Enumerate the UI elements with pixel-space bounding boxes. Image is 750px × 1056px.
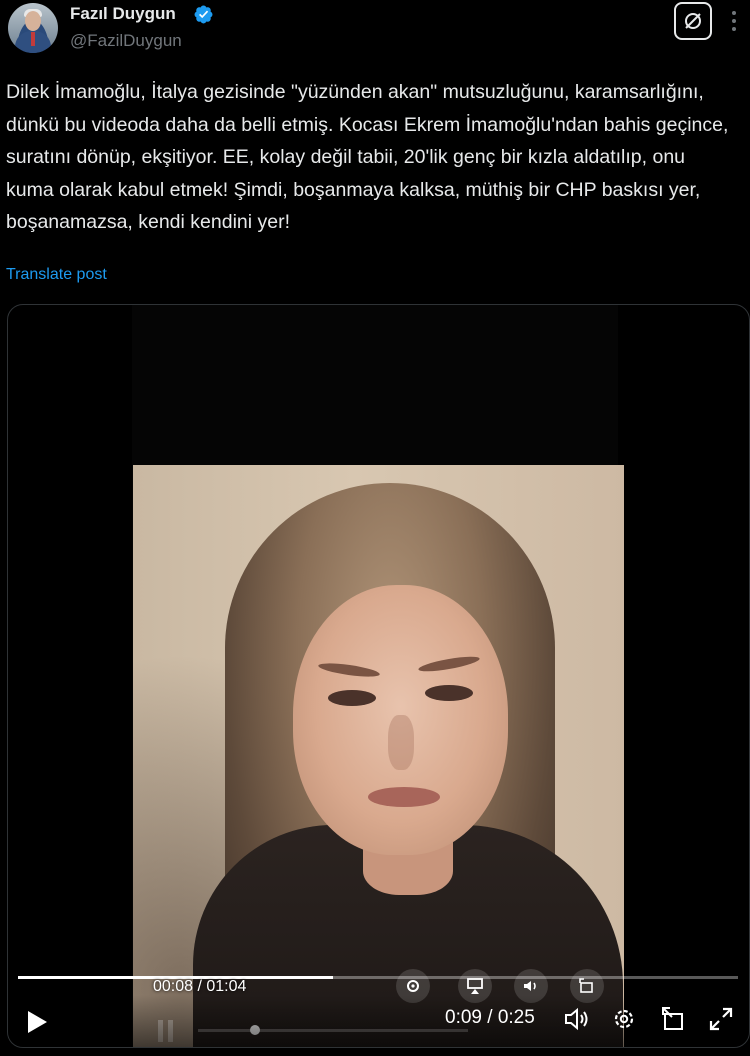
volume-icon [565, 1007, 588, 1031]
settings-button[interactable] [610, 1005, 638, 1033]
translate-post-link[interactable]: Translate post [6, 266, 107, 284]
grok-button[interactable] [674, 2, 712, 40]
volume-button[interactable] [562, 1005, 590, 1033]
embedded-timeline [18, 976, 738, 979]
video-player[interactable]: 00:08 / 01:04 0:09 / 0:25 [7, 304, 750, 1048]
post-text: Dilek İmamoğlu, İtalya gezisinde "yüzünd… [6, 81, 729, 233]
author-handle[interactable]: @FazilDuygun [70, 31, 182, 51]
player-time: 0:09 / 0:25 [445, 1007, 535, 1028]
verified-badge-icon [194, 5, 213, 24]
grok-icon [685, 13, 701, 29]
more-dot-icon [732, 27, 736, 31]
fullscreen-icon [709, 1007, 733, 1031]
settings-icon [614, 1009, 634, 1029]
video-frame [133, 465, 624, 1047]
avatar[interactable] [8, 3, 58, 53]
author-name[interactable]: Fazıl Duygun [70, 4, 176, 24]
picture-in-picture-icon [662, 1007, 683, 1030]
picture-in-picture-button[interactable] [659, 1005, 687, 1033]
post-header: Fazıl Duygun @FazilDuygun [0, 0, 750, 60]
more-options-button[interactable] [722, 2, 746, 40]
more-dot-icon [732, 11, 736, 15]
embedded-time: 00:08 / 01:04 [153, 978, 247, 995]
play-icon[interactable] [25, 1009, 49, 1035]
fullscreen-button[interactable] [707, 1005, 735, 1033]
more-dot-icon [732, 19, 736, 23]
